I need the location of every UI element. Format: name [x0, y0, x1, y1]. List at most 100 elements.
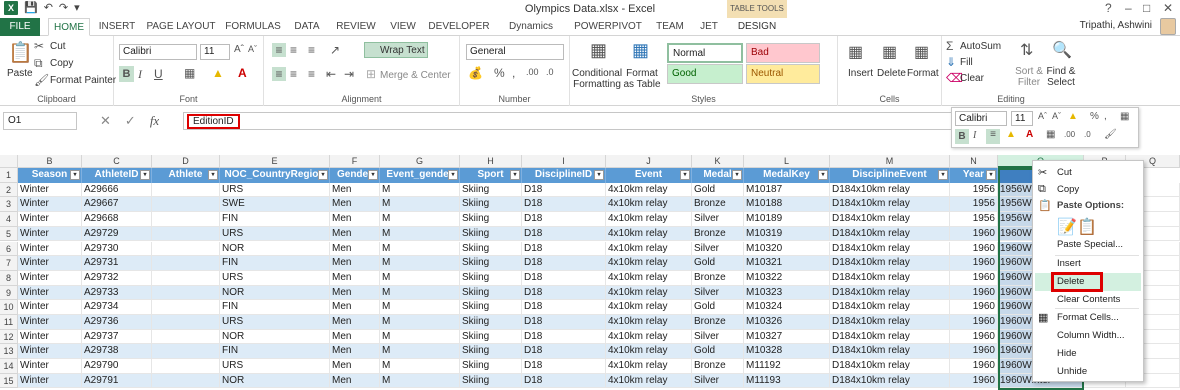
table-cell[interactable]: D184x10km relay: [830, 256, 950, 271]
tab-insert[interactable]: INSERT: [96, 18, 138, 36]
table-cell[interactable]: 4x10km relay: [606, 285, 692, 301]
table-cell[interactable]: Silver: [692, 373, 744, 389]
table-cell[interactable]: 4x10km relay: [606, 373, 692, 389]
cancel-icon[interactable]: ✕: [100, 112, 111, 130]
table-cell[interactable]: M10189: [744, 212, 830, 227]
table-cell[interactable]: NOR: [220, 241, 330, 257]
table-cell[interactable]: FIN: [220, 300, 330, 315]
filter-dropdown-icon[interactable]: ▾: [732, 170, 742, 180]
tab-dynamics-nav[interactable]: Dynamics NAV: [498, 18, 564, 50]
table-cell[interactable]: URS: [220, 270, 330, 286]
table-cell[interactable]: 4x10km relay: [606, 300, 692, 315]
table-cell[interactable]: 1956: [950, 197, 998, 213]
mini-comma-icon[interactable]: ,: [1104, 111, 1107, 122]
table-cell[interactable]: D18: [522, 329, 606, 345]
column-header[interactable]: L: [744, 155, 830, 168]
sort-filter-button[interactable]: Sort & Filter: [1014, 66, 1044, 88]
table-cell[interactable]: 4x10km relay: [606, 226, 692, 242]
mini-grow-font-icon[interactable]: Aˆ: [1038, 111, 1047, 121]
table-header-cell[interactable]: NOC_CountryRegion ▾: [220, 168, 330, 183]
table-cell[interactable]: [152, 315, 220, 330]
table-header-cell[interactable]: MedalKey ▾: [744, 168, 830, 183]
mini-font-color-icon[interactable]: A: [1026, 129, 1033, 140]
italic-icon[interactable]: I: [138, 67, 142, 82]
table-cell[interactable]: Bronze: [692, 359, 744, 374]
table-cell[interactable]: Men: [330, 344, 380, 360]
column-header[interactable]: C: [82, 155, 152, 168]
find-select-button[interactable]: Find & Select: [1044, 66, 1078, 88]
comma-icon[interactable]: ,: [512, 66, 515, 80]
table-cell[interactable]: D18: [522, 241, 606, 257]
table-cell[interactable]: Skiing: [460, 197, 522, 213]
percent-icon[interactable]: %: [494, 66, 505, 80]
table-cell[interactable]: 1960: [950, 344, 998, 360]
user-name[interactable]: Tripathi, Ashwini: [1080, 20, 1152, 31]
table-cell[interactable]: [152, 285, 220, 301]
table-cell[interactable]: M: [380, 256, 460, 271]
row-header[interactable]: 4: [0, 212, 18, 227]
table-cell[interactable]: [152, 256, 220, 271]
mini-font-select[interactable]: Calibri: [955, 111, 1007, 126]
fill-color-icon[interactable]: ▲: [212, 66, 224, 80]
table-cell[interactable]: A29731: [82, 256, 152, 271]
table-cell[interactable]: M: [380, 359, 460, 374]
tab-file[interactable]: FILE: [0, 18, 40, 36]
mini-shrink-font-icon[interactable]: Aˇ: [1052, 111, 1061, 121]
table-cell[interactable]: D18: [522, 270, 606, 286]
column-header[interactable]: J: [606, 155, 692, 168]
table-cell[interactable]: Men: [330, 359, 380, 374]
table-cell[interactable]: Winter: [18, 256, 82, 271]
table-cell[interactable]: D18: [522, 226, 606, 242]
tab-data[interactable]: DATA: [288, 18, 326, 36]
filter-dropdown-icon[interactable]: ▾: [594, 170, 604, 180]
table-cell[interactable]: M10328: [744, 344, 830, 360]
table-cell[interactable]: [152, 197, 220, 213]
table-header-cell[interactable]: Gender ▾: [330, 168, 380, 183]
mini-fill-color-icon[interactable]: ▲: [1006, 129, 1016, 140]
table-cell[interactable]: Men: [330, 212, 380, 227]
table-cell[interactable]: M11193: [744, 373, 830, 389]
table-cell[interactable]: Men: [330, 270, 380, 286]
table-cell[interactable]: M: [380, 270, 460, 286]
table-header-cell[interactable]: Event_gender ▾: [380, 168, 460, 183]
table-cell[interactable]: 4x10km relay: [606, 241, 692, 257]
mini-borders-icon[interactable]: ▦: [1046, 129, 1055, 140]
table-cell[interactable]: NOR: [220, 329, 330, 345]
copy-button[interactable]: Copy: [50, 58, 73, 69]
table-cell[interactable]: [152, 212, 220, 227]
table-cell[interactable]: Silver: [692, 285, 744, 301]
table-cell[interactable]: A29790: [82, 359, 152, 374]
grow-font-icon[interactable]: Aˆ: [234, 44, 244, 55]
table-header-cell[interactable]: DisciplineEvent ▾: [830, 168, 950, 183]
mini-format-painter-icon[interactable]: 🖌: [1104, 129, 1117, 140]
row-header[interactable]: 9: [0, 285, 18, 301]
table-cell[interactable]: Winter: [18, 285, 82, 301]
table-cell[interactable]: M: [380, 344, 460, 360]
menu-hide[interactable]: Hide: [1057, 348, 1077, 359]
table-cell[interactable]: Skiing: [460, 270, 522, 286]
table-cell[interactable]: D18: [522, 300, 606, 315]
table-cell[interactable]: A29733: [82, 285, 152, 301]
select-all-corner[interactable]: [0, 155, 18, 168]
increase-decimal-icon[interactable]: .00: [526, 67, 539, 77]
table-cell[interactable]: A29730: [82, 241, 152, 257]
table-cell[interactable]: M11192: [744, 359, 830, 374]
row-header[interactable]: 15: [0, 373, 18, 389]
table-cell[interactable]: 1960: [950, 300, 998, 315]
table-cell[interactable]: Winter: [18, 212, 82, 227]
style-normal[interactable]: Normal: [667, 43, 743, 63]
align-right-icon[interactable]: ≡: [308, 67, 315, 81]
table-header-cell[interactable]: Event ▾: [606, 168, 692, 183]
table-cell[interactable]: D184x10km relay: [830, 300, 950, 315]
decrease-decimal-icon[interactable]: .0: [546, 67, 554, 77]
table-cell[interactable]: M10321: [744, 256, 830, 271]
table-cell[interactable]: A29736: [82, 315, 152, 330]
table-cell[interactable]: Winter: [18, 270, 82, 286]
table-cell[interactable]: Winter: [18, 329, 82, 345]
formula-input[interactable]: EditionID: [183, 112, 953, 130]
column-header[interactable]: D: [152, 155, 220, 168]
table-cell[interactable]: 1960: [950, 315, 998, 330]
tab-developer[interactable]: DEVELOPER: [426, 18, 492, 36]
filter-dropdown-icon[interactable]: ▾: [938, 170, 948, 180]
menu-unhide[interactable]: Unhide: [1057, 366, 1087, 377]
